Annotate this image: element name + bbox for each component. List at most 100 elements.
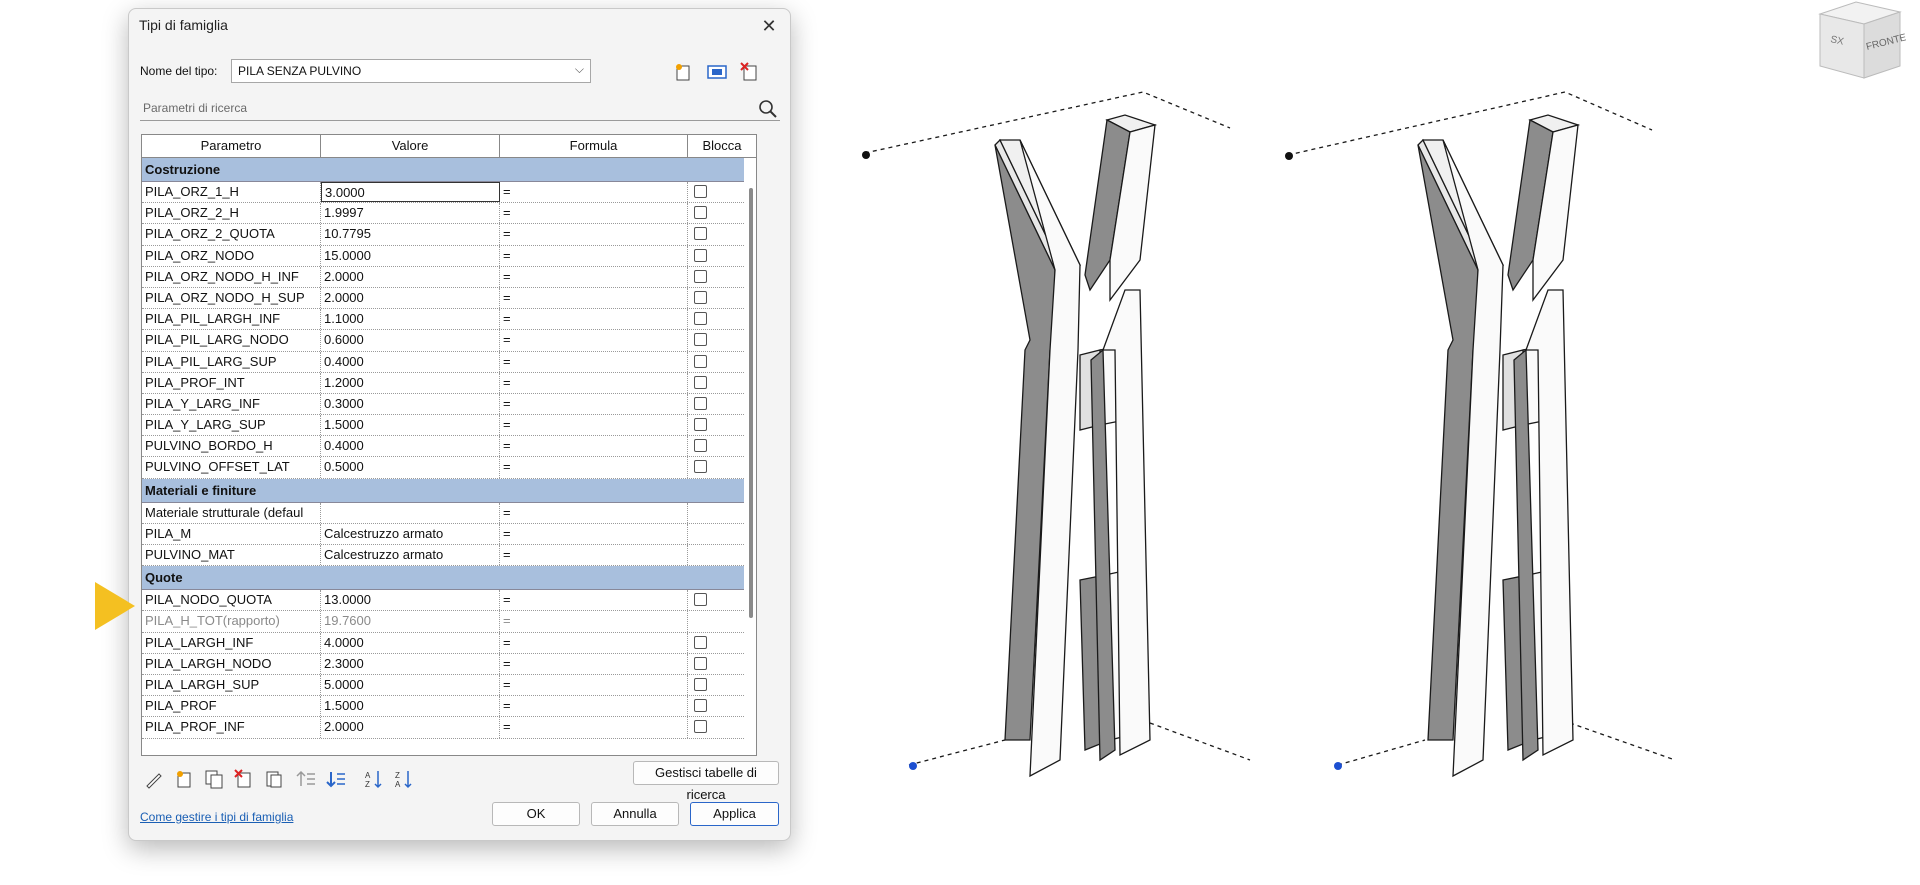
lock-checkbox[interactable] bbox=[694, 206, 707, 220]
parameter-row[interactable]: PILA_Y_LARG_SUP 1.5000 = bbox=[142, 415, 756, 437]
lock-checkbox[interactable] bbox=[694, 677, 707, 691]
sort-ascending-icon[interactable]: AZ bbox=[363, 768, 385, 790]
value-cell[interactable]: 13.0000 bbox=[321, 590, 500, 611]
close-icon[interactable]: ✕ bbox=[756, 13, 782, 39]
new-parameter-icon[interactable] bbox=[173, 768, 195, 790]
value-cell[interactable]: Calcestruzzo armato bbox=[321, 523, 500, 544]
lock-checkbox[interactable] bbox=[694, 439, 707, 453]
lock-checkbox[interactable] bbox=[694, 593, 707, 607]
lock-checkbox[interactable] bbox=[694, 312, 707, 326]
parameter-row[interactable]: PILA_PROF_INT 1.2000 = bbox=[142, 372, 756, 394]
parameter-row[interactable]: PILA_ORZ_NODO_H_INF 2.0000 = bbox=[142, 266, 756, 288]
col-header-value[interactable]: Valore bbox=[321, 135, 500, 157]
formula-cell[interactable]: = bbox=[500, 717, 688, 738]
parameter-row[interactable]: PULVINO_OFFSET_LAT 0.5000 = bbox=[142, 457, 756, 479]
col-header-lock[interactable]: Blocca bbox=[688, 135, 756, 157]
value-cell[interactable]: 15.0000 bbox=[321, 245, 500, 266]
parameter-row[interactable]: PILA_PIL_LARGH_INF 1.1000 = bbox=[142, 309, 756, 331]
formula-cell[interactable]: = bbox=[500, 287, 688, 309]
parameter-row[interactable]: PILA_PROF 1.5000 = bbox=[142, 696, 756, 718]
parameter-row[interactable]: PILA_M Calcestruzzo armato = bbox=[142, 523, 756, 545]
value-cell[interactable]: 0.4000 bbox=[321, 351, 500, 372]
lock-checkbox[interactable] bbox=[694, 635, 707, 649]
parameter-row[interactable]: PILA_PIL_LARG_SUP 0.4000 = bbox=[142, 351, 756, 373]
lock-checkbox[interactable] bbox=[694, 185, 707, 198]
parameter-row[interactable]: PILA_ORZ_NODO_H_SUP 2.0000 = bbox=[142, 287, 756, 310]
value-cell[interactable]: 1.2000 bbox=[321, 372, 500, 393]
parameter-row[interactable]: PILA_H_TOT(rapporto) 19.7600 = bbox=[142, 611, 756, 633]
lock-checkbox[interactable] bbox=[694, 375, 707, 389]
apply-button[interactable]: Applica bbox=[690, 802, 779, 826]
formula-cell[interactable]: = bbox=[500, 674, 688, 696]
ok-button[interactable]: OK bbox=[492, 802, 580, 826]
parameter-row[interactable]: PILA_PROF_INF 2.0000 = bbox=[142, 717, 756, 739]
formula-cell[interactable]: = bbox=[500, 266, 688, 287]
formula-cell[interactable]: = bbox=[500, 457, 688, 478]
col-header-parameter[interactable]: Parametro bbox=[142, 135, 321, 157]
formula-cell[interactable]: = bbox=[500, 436, 688, 457]
formula-cell[interactable]: = bbox=[500, 309, 688, 330]
lock-checkbox[interactable] bbox=[694, 290, 707, 304]
formula-cell[interactable]: = bbox=[500, 372, 688, 393]
formula-cell[interactable]: = bbox=[500, 182, 688, 203]
value-cell[interactable]: 10.7795 bbox=[321, 224, 500, 245]
formula-cell[interactable]: = bbox=[500, 590, 688, 611]
parameter-row[interactable]: PILA_ORZ_1_H 3.0000 = bbox=[142, 182, 756, 204]
parameter-row[interactable]: PULVINO_BORDO_H 0.4000 = bbox=[142, 436, 756, 458]
formula-cell[interactable]: = bbox=[500, 523, 688, 544]
parameter-row[interactable]: PILA_Y_LARG_INF 0.3000 = bbox=[142, 393, 756, 416]
delete-parameter-icon[interactable] bbox=[233, 768, 255, 790]
formula-cell[interactable]: = bbox=[500, 203, 688, 224]
parameter-row[interactable]: PILA_NODO_QUOTA 13.0000 = bbox=[142, 590, 756, 612]
grid-scrollbar[interactable] bbox=[744, 158, 756, 755]
value-cell[interactable]: 1.9997 bbox=[321, 203, 500, 224]
value-cell[interactable] bbox=[321, 502, 500, 523]
formula-cell[interactable]: = bbox=[500, 545, 688, 566]
move-down-icon[interactable] bbox=[325, 768, 347, 790]
sort-descending-icon[interactable]: ZA bbox=[393, 768, 415, 790]
parameter-row[interactable]: PILA_PIL_LARG_NODO 0.6000 = bbox=[142, 330, 756, 352]
formula-cell[interactable]: = bbox=[500, 245, 688, 266]
search-input[interactable] bbox=[140, 97, 750, 119]
formula-cell[interactable]: = bbox=[500, 330, 688, 351]
formula-cell[interactable]: = bbox=[500, 502, 688, 523]
value-cell[interactable]: 1.5000 bbox=[321, 696, 500, 717]
lock-checkbox[interactable] bbox=[694, 333, 707, 347]
lock-checkbox[interactable] bbox=[694, 396, 707, 410]
group-header[interactable]: Costruzione⌃ bbox=[142, 158, 756, 182]
lock-checkbox[interactable] bbox=[694, 248, 707, 262]
manage-lookup-tables-button[interactable]: Gestisci tabelle di ricerca bbox=[633, 761, 779, 802]
lock-checkbox[interactable] bbox=[694, 656, 707, 670]
group-header[interactable]: Quote⌃ bbox=[142, 566, 756, 591]
cancel-button[interactable]: Annulla bbox=[591, 802, 679, 826]
new-type-icon[interactable] bbox=[672, 61, 694, 83]
value-cell[interactable]: 0.3000 bbox=[321, 393, 500, 415]
rename-type-icon[interactable] bbox=[706, 61, 728, 83]
lock-checkbox[interactable] bbox=[694, 227, 707, 241]
delete-type-icon[interactable] bbox=[739, 61, 761, 83]
value-cell[interactable]: 19.7600 bbox=[321, 611, 500, 632]
formula-cell[interactable]: = bbox=[500, 632, 688, 653]
viewcube[interactable]: SX FRONTE bbox=[1816, 0, 1906, 82]
group-header[interactable]: Materiali e finiture⌃ bbox=[142, 478, 756, 503]
search-icon[interactable] bbox=[758, 99, 778, 119]
value-cell[interactable]: 2.0000 bbox=[321, 266, 500, 287]
parameter-row[interactable]: PILA_ORZ_2_QUOTA 10.7795 = bbox=[142, 224, 756, 246]
lock-checkbox[interactable] bbox=[694, 720, 707, 734]
scrollbar-thumb[interactable] bbox=[749, 188, 753, 618]
parameter-row[interactable]: Materiale strutturale (defaul = bbox=[142, 502, 756, 524]
move-up-icon[interactable] bbox=[295, 768, 317, 790]
type-name-select[interactable]: PILA SENZA PULVINO ⌵ bbox=[231, 59, 591, 83]
lock-checkbox[interactable] bbox=[694, 354, 707, 368]
lock-checkbox[interactable] bbox=[694, 460, 707, 474]
copy-parameter-icon[interactable] bbox=[203, 768, 225, 790]
parameter-row[interactable]: PILA_ORZ_2_H 1.9997 = bbox=[142, 203, 756, 225]
value-cell[interactable]: 2.3000 bbox=[321, 653, 500, 674]
formula-cell[interactable]: = bbox=[500, 415, 688, 436]
formula-cell[interactable]: = bbox=[500, 351, 688, 372]
lock-checkbox[interactable] bbox=[694, 699, 707, 713]
lock-checkbox[interactable] bbox=[694, 418, 707, 432]
value-cell[interactable]: Calcestruzzo armato bbox=[321, 545, 500, 566]
paste-icon[interactable] bbox=[263, 768, 285, 790]
value-cell[interactable]: 0.4000 bbox=[321, 436, 500, 457]
